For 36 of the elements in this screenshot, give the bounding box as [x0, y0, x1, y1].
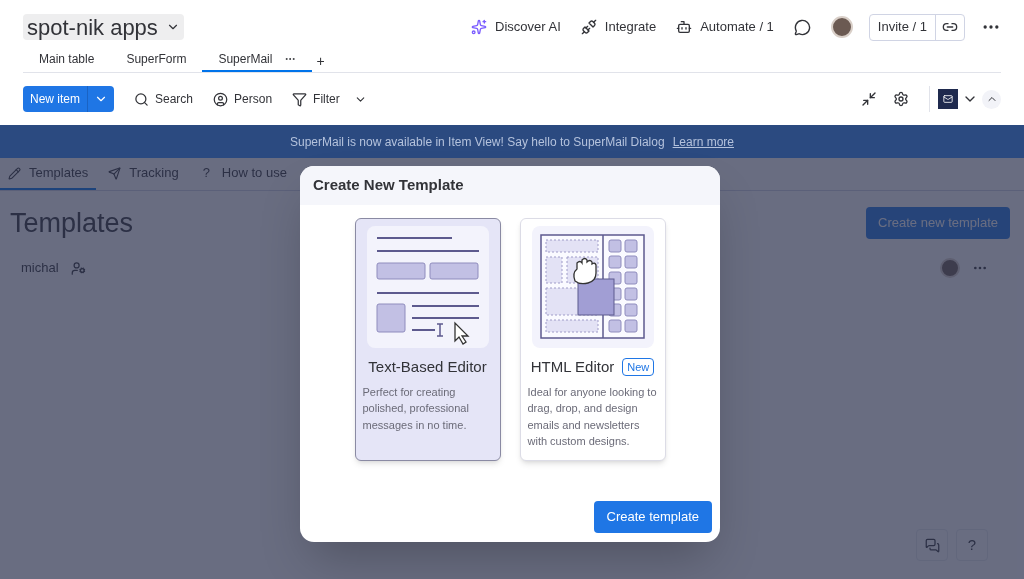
header-action[interactable]: Discover AI: [471, 17, 561, 37]
editor-option-card[interactable]: Text-Based Editor Perfect for creating polished, professional messages in no time.: [354, 218, 501, 461]
sparkle-icon: [471, 19, 488, 35]
user-name: michal: [21, 259, 59, 278]
robot-icon: [676, 19, 693, 35]
option-title: Text-Based Editor: [368, 356, 487, 377]
toolbar-button[interactable]: Search: [134, 90, 194, 108]
option-title: HTML Editor: [530, 356, 615, 377]
plug-icon: [580, 19, 597, 35]
search-icon: [134, 91, 149, 107]
board-title[interactable]: spot-nik apps: [23, 14, 184, 40]
view-tab[interactable]: Main table: [23, 51, 111, 72]
view-tab[interactable]: SuperMail: [202, 51, 313, 72]
person-icon: [213, 91, 229, 107]
banner-text: SuperMail is now available in Item View! Say hello to SuperMail Dialog: [290, 133, 665, 151]
chat-icon[interactable]: [793, 18, 811, 36]
create-template-button[interactable]: Create template: [593, 501, 712, 533]
dialog-title: Create New Template: [313, 175, 464, 196]
toolbar-button[interactable]: Person: [213, 90, 273, 108]
header-action[interactable]: Automate / 1: [676, 17, 774, 37]
option-description: Ideal for anyone looking to drag, drop, and design emails and newsletters with custom designs.: [526, 385, 658, 449]
editor-option-card[interactable]: HTML Editor New Ideal for anyone looking to drag, drop, and design emails and newsletters with custom designs.: [519, 218, 666, 461]
toolbar-button[interactable]: Filter: [292, 90, 367, 108]
filter-icon: [292, 91, 308, 107]
settings-icon[interactable]: [893, 91, 909, 107]
avatar[interactable]: [830, 16, 853, 38]
collapse-icon[interactable]: [861, 91, 877, 107]
header-action[interactable]: Integrate: [580, 17, 657, 37]
option-description: Perfect for creating polished, professional messages in no time.: [361, 385, 470, 433]
view-tab[interactable]: SuperForm: [110, 51, 203, 72]
page-title: Templates: [10, 206, 134, 240]
new-badge: New: [622, 358, 655, 376]
add-view-button[interactable]: +: [316, 54, 325, 68]
learn-more-link[interactable]: Learn more: [672, 132, 734, 151]
mail-icon: [943, 94, 953, 104]
mail-app-icon[interactable]: [938, 89, 958, 109]
